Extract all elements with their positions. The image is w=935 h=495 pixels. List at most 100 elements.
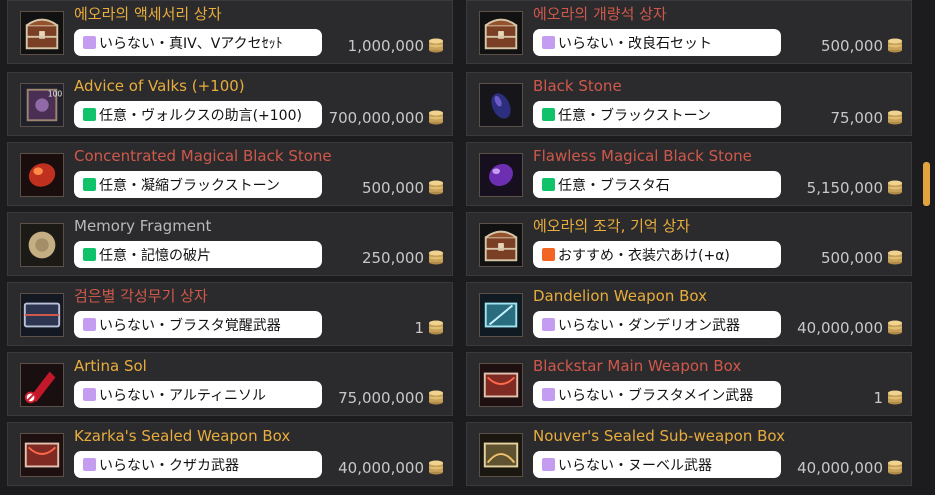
- item-price: 500,000: [820, 37, 883, 55]
- silver-coin-icon: [428, 319, 444, 335]
- tag-color-square: [83, 108, 96, 121]
- tag-color-square: [83, 178, 96, 191]
- item-name: Blackstar Main Weapon Box: [533, 357, 742, 375]
- tag-color-square: [83, 36, 96, 49]
- item-tag: いらない・改良石セット: [533, 29, 781, 56]
- item-tag: 任意・凝縮ブラックストーン: [74, 171, 322, 198]
- item-tag: 任意・ヴォルクスの助言(+100): [74, 101, 322, 128]
- tag-label: 任意・ブラスタ石: [558, 177, 670, 194]
- item-name: Black Stone: [533, 77, 622, 95]
- item-price: 75,000: [830, 109, 884, 127]
- item-price: 75,000,000: [338, 389, 424, 407]
- red-stone-icon: [20, 153, 64, 197]
- item-name: Flawless Magical Black Stone: [533, 147, 752, 165]
- silver-coin-icon: [428, 249, 444, 265]
- silver-coin-icon: [428, 109, 444, 125]
- purple-gem-icon: [479, 153, 523, 197]
- item-card[interactable]: 에오라의 조각, 기억 상자 おすすめ・衣装穴あけ(+α) 500,000: [466, 212, 912, 276]
- item-card[interactable]: Nouver's Sealed Sub-weapon Box いらない・ヌーベル武…: [466, 422, 912, 486]
- silver-coin-icon: [428, 37, 444, 53]
- tag-label: いらない・改良石セット: [558, 35, 712, 52]
- item-price: 500,000: [820, 249, 883, 267]
- tag-label: いらない・クザカ武器: [99, 457, 239, 474]
- item-price: 40,000,000: [797, 319, 883, 337]
- tag-color-square: [542, 108, 555, 121]
- tag-color-square: [542, 458, 555, 471]
- scrollbar-thumb[interactable]: [923, 162, 930, 206]
- tag-color-square: [542, 248, 555, 261]
- red-weapon-box-icon: [479, 363, 523, 407]
- item-name: Nouver's Sealed Sub-weapon Box: [533, 427, 786, 445]
- tag-label: いらない・ブラスタ覚醒武器: [99, 317, 281, 334]
- item-price: 1: [873, 389, 883, 407]
- cyan-weapon-box-icon: [479, 293, 523, 337]
- tag-label: いらない・ヌーベル武器: [558, 457, 712, 474]
- tag-label: 任意・ブラックストーン: [558, 107, 711, 124]
- item-card[interactable]: 에오라의 액세서리 상자 いらない・真IV、Vアクセｾｯﾄ 1,000,000: [7, 0, 453, 64]
- item-tag: いらない・アルティニソル: [74, 381, 322, 408]
- tag-label: 任意・凝縮ブラックストーン: [99, 177, 280, 194]
- gold-weapon-box-icon: [479, 433, 523, 477]
- svg-text:100: 100: [48, 89, 63, 98]
- item-tag: いらない・ブラスタメイン武器: [533, 381, 781, 408]
- red-weapon-box-icon: [20, 433, 64, 477]
- item-card[interactable]: Artina Sol いらない・アルティニソル 75,000,000: [7, 352, 453, 416]
- item-card[interactable]: 에오라의 개량석 상자 いらない・改良石セット 500,000: [466, 0, 912, 64]
- red-crystal-icon: [20, 363, 64, 407]
- item-name: 에오라의 개량석 상자: [533, 5, 667, 23]
- item-name: 에오라의 액세서리 상자: [74, 5, 222, 23]
- tag-color-square: [542, 318, 555, 331]
- item-card[interactable]: Concentrated Magical Black Stone 任意・凝縮ブラッ…: [7, 142, 453, 206]
- silver-coin-icon: [887, 37, 903, 53]
- item-card[interactable]: Dandelion Weapon Box いらない・ダンデリオン武器 40,000,…: [466, 282, 912, 346]
- treasure-chest-icon: [479, 223, 523, 267]
- silver-coin-icon: [887, 249, 903, 265]
- item-name: Memory Fragment: [74, 217, 212, 235]
- item-card[interactable]: 100 Advice of Valks (+100) 任意・ヴォルクスの助言(+10…: [7, 72, 453, 136]
- silver-coin-icon: [887, 319, 903, 335]
- tag-label: 任意・ヴォルクスの助言(+100): [99, 107, 302, 124]
- silver-coin-icon: [887, 389, 903, 405]
- item-price: 250,000: [361, 249, 424, 267]
- item-tag: いらない・ヌーベル武器: [533, 451, 781, 478]
- tag-color-square: [83, 388, 96, 401]
- tag-color-square: [542, 388, 555, 401]
- item-price: 1: [414, 319, 424, 337]
- item-card[interactable]: 검은별 각성무기 상자 いらない・ブラスタ覚醒武器 1: [7, 282, 453, 346]
- item-list: 에오라의 액세서리 상자 いらない・真IV、Vアクセｾｯﾄ 1,000,000 에오라…: [0, 0, 935, 495]
- tag-color-square: [83, 318, 96, 331]
- tag-label: いらない・ブラスタメイン武器: [558, 387, 754, 404]
- item-card[interactable]: Blackstar Main Weapon Box いらない・ブラスタメイン武器 1: [466, 352, 912, 416]
- tag-label: いらない・アルティニソル: [99, 387, 267, 404]
- item-card[interactable]: Kzarka's Sealed Weapon Box いらない・クザカ武器 40,0…: [7, 422, 453, 486]
- tag-label: いらない・ダンデリオン武器: [558, 317, 740, 334]
- item-price: 40,000,000: [797, 459, 883, 477]
- item-name: Artina Sol: [74, 357, 147, 375]
- item-price: 700,000,000: [328, 109, 424, 127]
- silver-coin-icon: [428, 389, 444, 405]
- item-name: 에오라의 조각, 기억 상자: [533, 217, 691, 235]
- item-tag: おすすめ・衣装穴あけ(+α): [533, 241, 781, 268]
- item-tag: いらない・ブラスタ覚醒武器: [74, 311, 322, 338]
- silver-coin-icon: [887, 109, 903, 125]
- silver-coin-icon: [428, 179, 444, 195]
- treasure-chest-icon: [479, 11, 523, 55]
- item-price: 1,000,000: [347, 37, 424, 55]
- item-name: Dandelion Weapon Box: [533, 287, 708, 305]
- item-name: Kzarka's Sealed Weapon Box: [74, 427, 291, 445]
- item-tag: いらない・ダンデリオン武器: [533, 311, 781, 338]
- tag-label: 任意・記憶の破片: [99, 247, 211, 264]
- item-price: 40,000,000: [338, 459, 424, 477]
- item-name: Advice of Valks (+100): [74, 77, 245, 95]
- silver-coin-icon: [428, 459, 444, 475]
- item-price: 5,150,000: [806, 179, 883, 197]
- item-name: 검은별 각성무기 상자: [74, 287, 208, 305]
- treasure-chest-icon: [20, 11, 64, 55]
- item-tag: 任意・ブラスタ石: [533, 171, 781, 198]
- item-card[interactable]: Flawless Magical Black Stone 任意・ブラスタ石 5,15…: [466, 142, 912, 206]
- item-price: 500,000: [361, 179, 424, 197]
- scrollbar-track[interactable]: [920, 0, 935, 495]
- item-card[interactable]: Memory Fragment 任意・記憶の破片 250,000: [7, 212, 453, 276]
- tag-color-square: [542, 178, 555, 191]
- item-card[interactable]: Black Stone 任意・ブラックストーン 75,000: [466, 72, 912, 136]
